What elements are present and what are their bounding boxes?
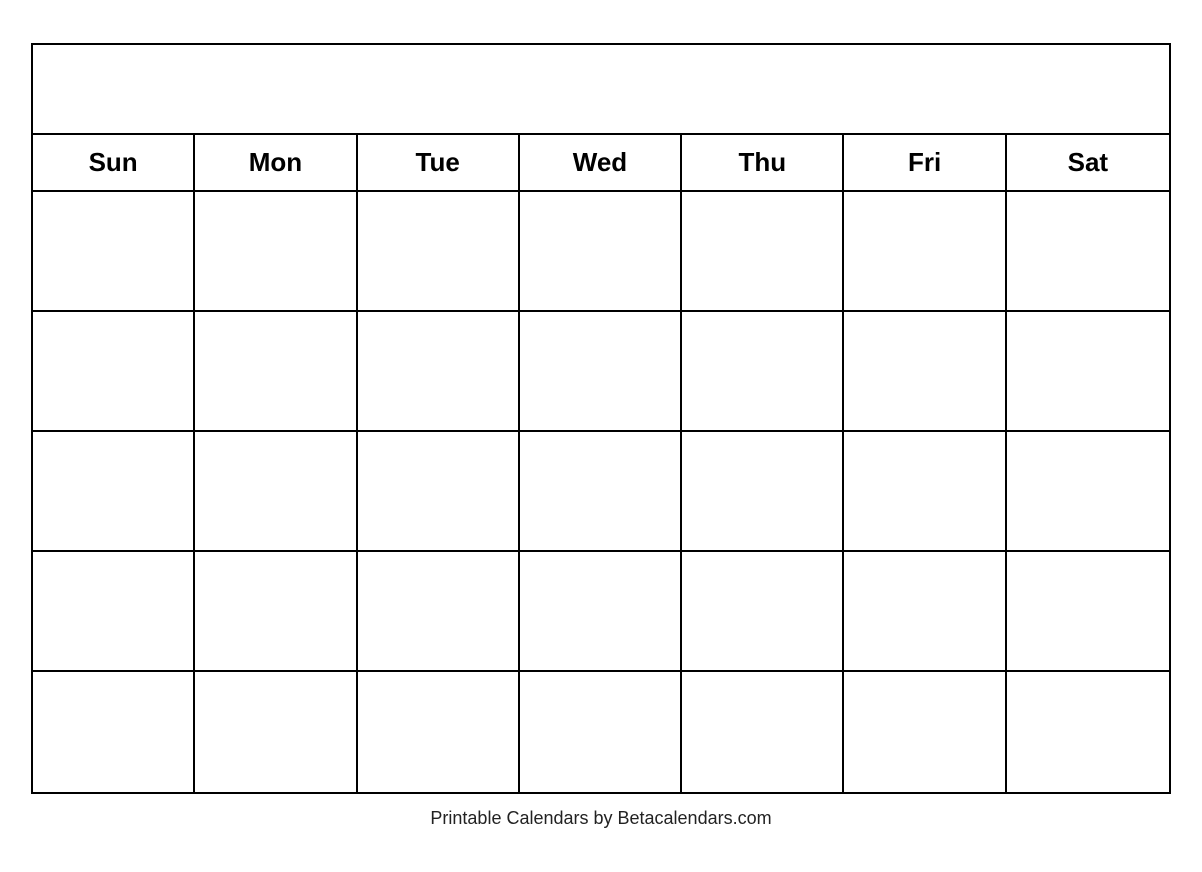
day-cell[interactable] xyxy=(1007,672,1169,792)
day-cell[interactable] xyxy=(33,312,195,432)
day-cell[interactable] xyxy=(844,192,1006,312)
calendar-grid xyxy=(33,192,1169,792)
day-cell[interactable] xyxy=(195,312,357,432)
header-thu: Thu xyxy=(682,135,844,190)
day-cell[interactable] xyxy=(195,672,357,792)
day-cell[interactable] xyxy=(358,552,520,672)
day-cell[interactable] xyxy=(520,432,682,552)
day-cell[interactable] xyxy=(844,432,1006,552)
day-cell[interactable] xyxy=(33,192,195,312)
day-cell[interactable] xyxy=(1007,552,1169,672)
calendar-container: Sun Mon Tue Wed Thu Fri Sat xyxy=(31,43,1171,794)
header-mon: Mon xyxy=(195,135,357,190)
day-cell[interactable] xyxy=(33,552,195,672)
day-cell[interactable] xyxy=(1007,192,1169,312)
day-cell[interactable] xyxy=(195,192,357,312)
day-cell[interactable] xyxy=(682,432,844,552)
day-cell[interactable] xyxy=(1007,312,1169,432)
footer-text: Printable Calendars by Betacalendars.com xyxy=(430,808,771,829)
day-cell[interactable] xyxy=(682,192,844,312)
day-cell[interactable] xyxy=(520,192,682,312)
day-cell[interactable] xyxy=(682,672,844,792)
day-cell[interactable] xyxy=(358,192,520,312)
day-cell[interactable] xyxy=(520,672,682,792)
header-sat: Sat xyxy=(1007,135,1169,190)
day-cell[interactable] xyxy=(844,552,1006,672)
header-fri: Fri xyxy=(844,135,1006,190)
day-cell[interactable] xyxy=(682,312,844,432)
day-cell[interactable] xyxy=(520,312,682,432)
day-cell[interactable] xyxy=(33,432,195,552)
day-cell[interactable] xyxy=(358,672,520,792)
header-tue: Tue xyxy=(358,135,520,190)
day-cell[interactable] xyxy=(358,312,520,432)
day-cell[interactable] xyxy=(844,312,1006,432)
day-cell[interactable] xyxy=(682,552,844,672)
header-sun: Sun xyxy=(33,135,195,190)
calendar-wrapper: Sun Mon Tue Wed Thu Fri Sat xyxy=(31,43,1171,829)
calendar-header-row: Sun Mon Tue Wed Thu Fri Sat xyxy=(33,135,1169,192)
calendar-title-row xyxy=(33,45,1169,135)
day-cell[interactable] xyxy=(358,432,520,552)
day-cell[interactable] xyxy=(33,672,195,792)
day-cell[interactable] xyxy=(195,432,357,552)
day-cell[interactable] xyxy=(844,672,1006,792)
day-cell[interactable] xyxy=(1007,432,1169,552)
day-cell[interactable] xyxy=(195,552,357,672)
header-wed: Wed xyxy=(520,135,682,190)
day-cell[interactable] xyxy=(520,552,682,672)
